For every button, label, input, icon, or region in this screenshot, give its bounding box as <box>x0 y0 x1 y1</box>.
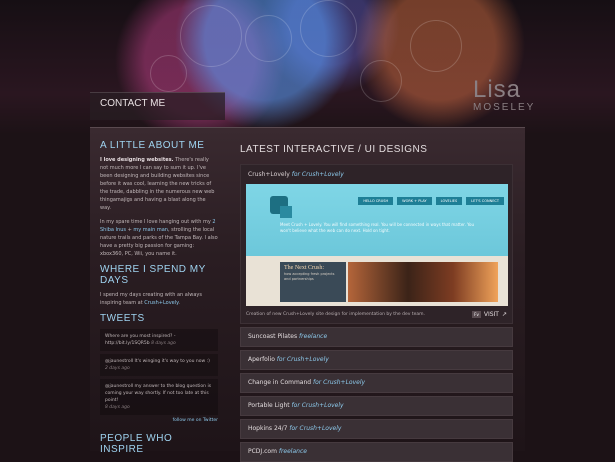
about-lead: I love designing websites. <box>100 157 174 163</box>
contact-me-link[interactable]: CONTACT ME <box>90 92 225 120</box>
external-link-icon: ↗ <box>501 311 507 318</box>
crush-lovely-link[interactable]: Crush+Lovely <box>144 300 178 306</box>
tweet-item: @jaunestroll my answer to the blog quest… <box>100 379 218 415</box>
featured-caption-row: Creation of new Crush+Lovely site design… <box>246 311 507 318</box>
fv-badge: Fv <box>472 311 481 318</box>
content-panel: A LITTLE ABOUT ME I love designing websi… <box>90 127 525 462</box>
project-client: for Crush+Lovely <box>313 379 366 386</box>
project-name: PCDJ.com <box>248 448 277 455</box>
tweet-item: Where are you most inspired? - http://bi… <box>100 329 218 351</box>
about-p2-start: In my spare time I love hanging out with… <box>100 219 213 225</box>
about-text: I love designing websites. There's reall… <box>100 156 218 212</box>
screenshot-photo <box>348 262 498 302</box>
bokeh-circle <box>180 5 242 67</box>
visit-link[interactable]: Fv VISIT ↗ <box>472 311 507 318</box>
visit-label: VISIT <box>483 311 499 318</box>
designs-heading: LATEST INTERACTIVE / UI DESIGNS <box>240 144 428 155</box>
hero-banner: CONTACT ME Lisa MOSELEY <box>0 0 615 135</box>
project-row[interactable]: Aperfolio for Crush+Lovely <box>240 350 513 370</box>
tweet-time: 8 days ago <box>151 341 176 346</box>
tweets-heading: TWEETS <box>100 313 145 324</box>
project-client: for Crush+Lovely <box>289 425 342 432</box>
about-body: There's really not much more I can say t… <box>100 157 215 211</box>
project-name: Hopkins 24/7 <box>248 425 288 432</box>
screenshot-nav-item: WORK + PLAY <box>397 197 432 205</box>
next-crush-box: The Next Crush: how accepting fresh proj… <box>280 262 346 302</box>
site-logo[interactable]: Lisa MOSELEY <box>473 78 553 114</box>
tweet-text: @jaunestroll my answer to the blog quest… <box>105 384 212 403</box>
logo-first-name: Lisa <box>473 76 522 103</box>
next-crush-title: The Next Crush: <box>284 265 324 271</box>
project-name: Suncoast Pilates <box>248 333 298 340</box>
project-client: for Crush+Lovely <box>291 402 344 409</box>
tweet-item: @jaunestroll It's winging it's way to yo… <box>100 354 218 376</box>
screenshot-nav: HELLO CRUSH WORK + PLAY LOVELIES LET'S C… <box>358 197 504 205</box>
about-heading: A LITTLE ABOUT ME <box>100 140 205 151</box>
crush-logo-accent <box>280 206 292 218</box>
project-client: for Crush+Lovely <box>276 356 329 363</box>
featured-screenshot[interactable]: HELLO CRUSH WORK + PLAY LOVELIES LET'S C… <box>246 184 508 306</box>
featured-name: Crush+Lovely <box>248 171 290 178</box>
featured-caption: Creation of new Crush+Lovely site design… <box>246 312 425 317</box>
tweet-time: 2 days ago <box>105 366 130 371</box>
tweet-time: 8 days ago <box>105 405 130 410</box>
project-row[interactable]: PCDJ.com freelance <box>240 442 513 462</box>
days-period: . <box>178 300 180 306</box>
screenshot-nav-item: HELLO CRUSH <box>358 197 394 205</box>
people-heading: PEOPLE WHO INSPIRE <box>100 433 173 455</box>
bokeh-circle <box>150 55 187 92</box>
logo-last-name: MOSELEY <box>473 102 536 113</box>
main-column: LATEST INTERACTIVE / UI DESIGNS Crush+Lo… <box>240 144 515 462</box>
project-row[interactable]: Change in Command for Crush+Lovely <box>240 373 513 393</box>
main-man-link[interactable]: my main man <box>133 227 168 233</box>
featured-title: Crush+Lovely for Crush+Lovely <box>248 171 507 178</box>
about-text-2: In my spare time I love hanging out with… <box>100 218 218 258</box>
tweet-text: @jaunestroll It's winging it's way to yo… <box>105 359 210 364</box>
follow-twitter-link[interactable]: follow me on Twitter <box>100 418 218 423</box>
bokeh-circle <box>245 15 292 62</box>
project-name: Aperfolio <box>248 356 275 363</box>
screenshot-nav-item: LOVELIES <box>435 197 463 205</box>
project-row[interactable]: Hopkins 24/7 for Crush+Lovely <box>240 419 513 439</box>
project-row[interactable]: Portable Light for Crush+Lovely <box>240 396 513 416</box>
bokeh-circle <box>360 60 402 102</box>
featured-project: Crush+Lovely for Crush+Lovely HELLO CRUS… <box>240 164 513 324</box>
next-crush-sub: how accepting fresh projects and partner… <box>284 272 335 281</box>
bokeh-circle <box>300 0 357 57</box>
featured-client: for Crush+Lovely <box>291 171 344 178</box>
project-client: freelance <box>278 448 307 455</box>
screenshot-tagline: Meet Crush + Lovely. You will find somet… <box>280 222 475 233</box>
project-client: freelance <box>299 333 328 340</box>
project-name: Portable Light <box>248 402 290 409</box>
days-heading: WHERE I SPEND MY DAYS <box>100 264 206 286</box>
sidebar: A LITTLE ABOUT ME I love designing websi… <box>100 140 218 460</box>
days-text: I spend my days creating with an always … <box>100 291 218 307</box>
screenshot-nav-item: LET'S CONNECT <box>466 197 504 205</box>
project-row[interactable]: Suncoast Pilates freelance <box>240 327 513 347</box>
project-name: Change in Command <box>248 379 312 386</box>
bokeh-circle <box>410 20 462 72</box>
